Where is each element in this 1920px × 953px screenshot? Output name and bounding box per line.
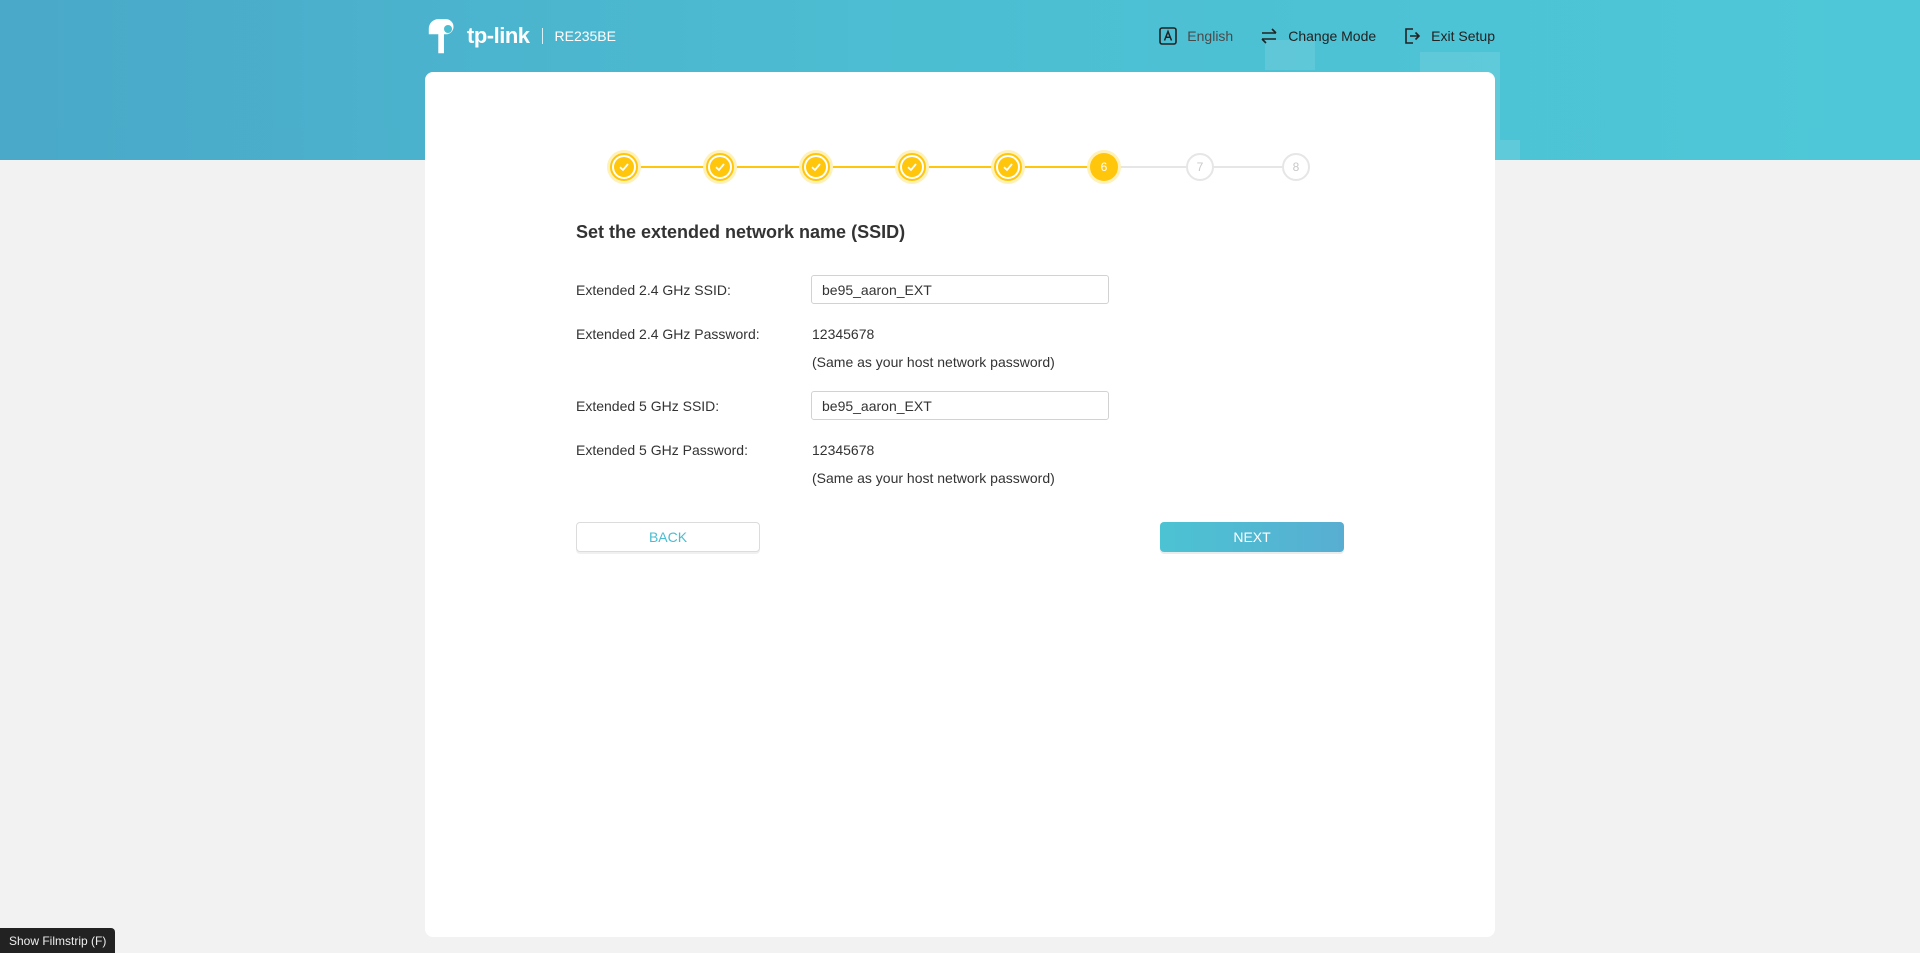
checkmark-icon: [614, 157, 634, 177]
step-2: [706, 153, 734, 181]
stepper-connector: [1022, 166, 1090, 168]
checkmark-icon: [902, 157, 922, 177]
step-4: [898, 153, 926, 181]
step-1: [610, 153, 638, 181]
language-icon: [1159, 27, 1178, 45]
stepper-connector: [734, 166, 802, 168]
checkmark-icon: [998, 157, 1018, 177]
header-nav: English Change Mode Exit Setup: [1158, 26, 1495, 46]
show-filmstrip-button[interactable]: Show Filmstrip (F): [0, 928, 116, 953]
password-24-label: Extended 2.4 GHz Password:: [576, 326, 760, 342]
brand: tp-link RE235BE: [425, 17, 616, 55]
back-button[interactable]: BACK: [576, 522, 760, 552]
password-5-note: (Same as your host network password): [812, 470, 1055, 486]
exit-setup-label: Exit Setup: [1431, 28, 1495, 44]
setup-card: 6 7 8 Set the extended network name (SSID)…: [425, 72, 1495, 937]
swap-icon: [1261, 28, 1277, 44]
password-5-value: 12345678: [812, 442, 875, 458]
password-24-value: 12345678: [812, 326, 875, 342]
step-3: [802, 153, 830, 181]
model-name: RE235BE: [554, 28, 616, 44]
language-label: English: [1187, 28, 1234, 44]
progress-stepper: 6 7 8: [610, 152, 1320, 182]
step-6: 6: [1090, 153, 1118, 181]
ssid-5-label: Extended 5 GHz SSID:: [576, 398, 720, 414]
top-bar: tp-link RE235BE English Change Mode Exit…: [425, 0, 1495, 72]
stepper-connector: [638, 166, 706, 168]
step-number: 7: [1196, 160, 1204, 174]
step-number: 6: [1100, 160, 1108, 174]
next-button[interactable]: NEXT: [1160, 522, 1344, 552]
tp-link-logo-icon: [428, 19, 454, 54]
brand-divider: [541, 28, 543, 44]
checkmark-icon: [710, 157, 730, 177]
password-5-label: Extended 5 GHz Password:: [576, 442, 748, 458]
ssid-24-input[interactable]: [811, 275, 1109, 304]
stepper-connector: [1214, 166, 1282, 168]
change-mode-button[interactable]: Change Mode: [1259, 26, 1376, 46]
page-title: Set the extended network name (SSID): [576, 222, 906, 242]
step-number: 8: [1292, 160, 1300, 174]
step-8: 8: [1282, 153, 1310, 181]
exit-setup-button[interactable]: Exit Setup: [1402, 26, 1495, 46]
language-selector[interactable]: English: [1158, 26, 1233, 46]
stepper-connector: [1118, 166, 1186, 168]
step-5: [994, 153, 1022, 181]
brand-name: tp-link: [467, 23, 530, 48]
change-mode-label: Change Mode: [1288, 28, 1377, 44]
stepper-connector: [830, 166, 898, 168]
stepper-connector: [926, 166, 994, 168]
checkmark-icon: [806, 157, 826, 177]
banner-decoration: [1500, 140, 1520, 160]
password-24-note: (Same as your host network password): [812, 354, 1055, 370]
ssid-5-input[interactable]: [811, 391, 1109, 420]
ssid-24-label: Extended 2.4 GHz SSID:: [576, 282, 731, 298]
step-7: 7: [1186, 153, 1214, 181]
exit-icon: [1405, 28, 1421, 44]
